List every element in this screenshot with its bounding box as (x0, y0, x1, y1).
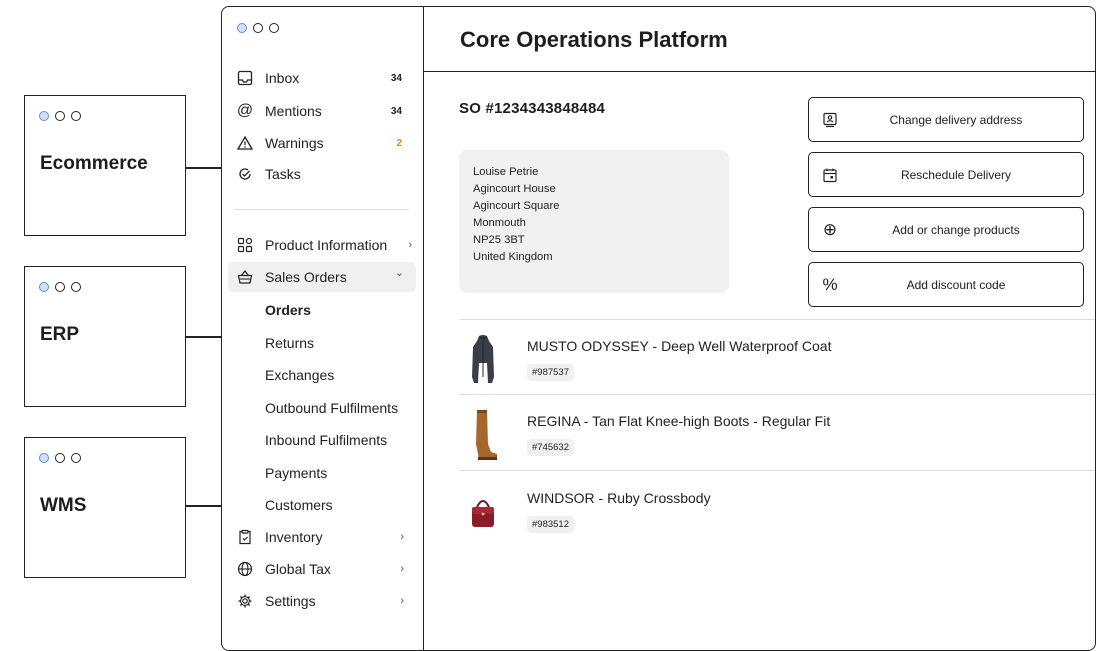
sidebar-subitem-payments[interactable]: Payments (265, 465, 327, 481)
product-name: REGINA - Tan Flat Knee-high Boots - Regu… (527, 413, 831, 429)
system-name: WMS (40, 495, 87, 516)
plus-circle-icon: ⊕ (822, 219, 838, 239)
address-line: NP25 3BT (473, 234, 525, 246)
page-title: Core Operations Platform (460, 27, 728, 52)
connector-wms (186, 505, 222, 507)
change-delivery-address-button[interactable]: Change delivery address (808, 97, 1084, 142)
boot-thumbnail (476, 410, 497, 460)
sku-badge: #983512 (527, 516, 574, 533)
sidebar-subitem-returns[interactable]: Returns (265, 335, 314, 351)
address-line: United Kingdom (473, 251, 553, 263)
window-dots (39, 111, 81, 121)
app-header: Core Operations Platform (423, 7, 1095, 72)
basket-icon (236, 268, 254, 286)
inbox-count-badge: 34 (390, 72, 402, 84)
list-item[interactable]: WINDSOR - Ruby Crossbody #983512 (459, 477, 1095, 549)
sidebar-item-settings[interactable]: Settings › (228, 586, 416, 616)
button-label: Change delivery address (889, 112, 1023, 127)
address-line: Monmouth (473, 217, 526, 229)
product-divider (459, 319, 1095, 320)
sidebar-item-mentions[interactable]: @ Mentions 34 (228, 96, 416, 126)
sidebar-item-label: Settings (265, 593, 316, 609)
sidebar: Inbox 34 @ Mentions 34 Warnings 2 Tasks (222, 7, 424, 650)
list-item[interactable]: REGINA - Tan Flat Knee-high Boots - Regu… (459, 400, 1095, 472)
button-label: Reschedule Delivery (900, 167, 1012, 182)
sidebar-item-warnings[interactable]: Warnings 2 (228, 128, 416, 158)
window-dots (39, 453, 81, 463)
tasks-icon (236, 165, 254, 183)
list-item[interactable]: MUSTO ODYSSEY - Deep Well Waterproof Coa… (459, 325, 1095, 397)
inbox-icon (236, 69, 254, 87)
window-dots (39, 282, 81, 292)
order-id: SO #1234343848484 (459, 100, 606, 117)
address-line: Louise Petrie (473, 166, 539, 178)
crossbody-bag-thumbnail (472, 500, 494, 527)
sidebar-subitem-inbound-fulfilments[interactable]: Inbound Fulfilments (265, 432, 387, 448)
sidebar-item-label: Tasks (265, 166, 301, 182)
sku-badge: #745632 (527, 439, 574, 456)
product-divider (459, 470, 1095, 471)
sidebar-divider (234, 209, 409, 210)
add-or-change-products-button[interactable]: ⊕ Add or change products (808, 207, 1084, 252)
add-discount-code-button[interactable]: % Add discount code (808, 262, 1084, 307)
sidebar-item-inbox[interactable]: Inbox 34 (228, 63, 416, 93)
sidebar-subitem-customers[interactable]: Customers (265, 497, 333, 513)
chevron-right-icon: › (400, 595, 404, 607)
at-icon: @ (236, 102, 254, 119)
warning-icon (236, 134, 254, 152)
percent-icon: % (822, 274, 838, 294)
sidebar-item-label: Mentions (265, 103, 322, 119)
sidebar-item-label: Warnings (265, 135, 324, 151)
grid-icon (236, 236, 254, 254)
calendar-icon (821, 166, 839, 184)
address-icon (821, 111, 839, 129)
sidebar-item-sales-orders[interactable]: Sales Orders ⌄ (228, 262, 416, 292)
clipboard-icon (236, 528, 254, 546)
system-name: Ecommerce (40, 153, 148, 174)
sidebar-subitem-exchanges[interactable]: Exchanges (265, 367, 334, 383)
product-name: MUSTO ODYSSEY - Deep Well Waterproof Coa… (527, 338, 832, 354)
system-box-wms: WMS (24, 437, 186, 578)
warnings-count-badge: 2 (396, 137, 402, 149)
address-line: Agincourt House (473, 183, 556, 195)
sku-badge: #987537 (527, 364, 574, 381)
sidebar-item-global-tax[interactable]: Global Tax › (228, 554, 416, 584)
coat-thumbnail (472, 335, 494, 383)
system-name: ERP (40, 324, 80, 345)
globe-icon (236, 560, 254, 578)
sidebar-item-label: Inbox (265, 70, 300, 86)
connector-ecommerce (186, 167, 222, 169)
chevron-right-icon: › (400, 531, 404, 543)
chevron-right-icon: › (400, 563, 404, 575)
chevron-down-icon: ⌄ (394, 267, 404, 279)
platform-window: Inbox 34 @ Mentions 34 Warnings 2 Tasks (221, 6, 1096, 651)
delivery-address-card: Louise Petrie Agincourt House Agincourt … (459, 150, 729, 293)
gear-icon (236, 592, 254, 610)
system-box-ecommerce: Ecommerce (24, 95, 186, 236)
sidebar-item-label: Inventory (265, 529, 323, 545)
sidebar-subitem-outbound-fulfilments[interactable]: Outbound Fulfilments (265, 400, 398, 416)
connector-erp (186, 336, 222, 338)
sidebar-item-label: Product Information (265, 237, 388, 253)
product-divider (459, 394, 1095, 395)
product-name: WINDSOR - Ruby Crossbody (527, 490, 711, 506)
system-box-erp: ERP (24, 266, 186, 407)
sidebar-item-tasks[interactable]: Tasks (228, 159, 416, 189)
sidebar-item-inventory[interactable]: Inventory › (228, 522, 416, 552)
address-line: Agincourt Square (473, 200, 560, 212)
button-label: Add or change products (892, 222, 1020, 237)
chevron-right-icon: › (408, 239, 412, 251)
reschedule-delivery-button[interactable]: Reschedule Delivery (808, 152, 1084, 197)
sidebar-subitem-orders[interactable]: Orders (265, 302, 311, 318)
button-label: Add discount code (906, 277, 1006, 292)
mentions-count-badge: 34 (390, 105, 402, 117)
sidebar-item-label: Global Tax (265, 561, 331, 577)
sidebar-item-product-information[interactable]: Product Information › (228, 230, 416, 260)
sidebar-item-label: Sales Orders (265, 269, 347, 285)
